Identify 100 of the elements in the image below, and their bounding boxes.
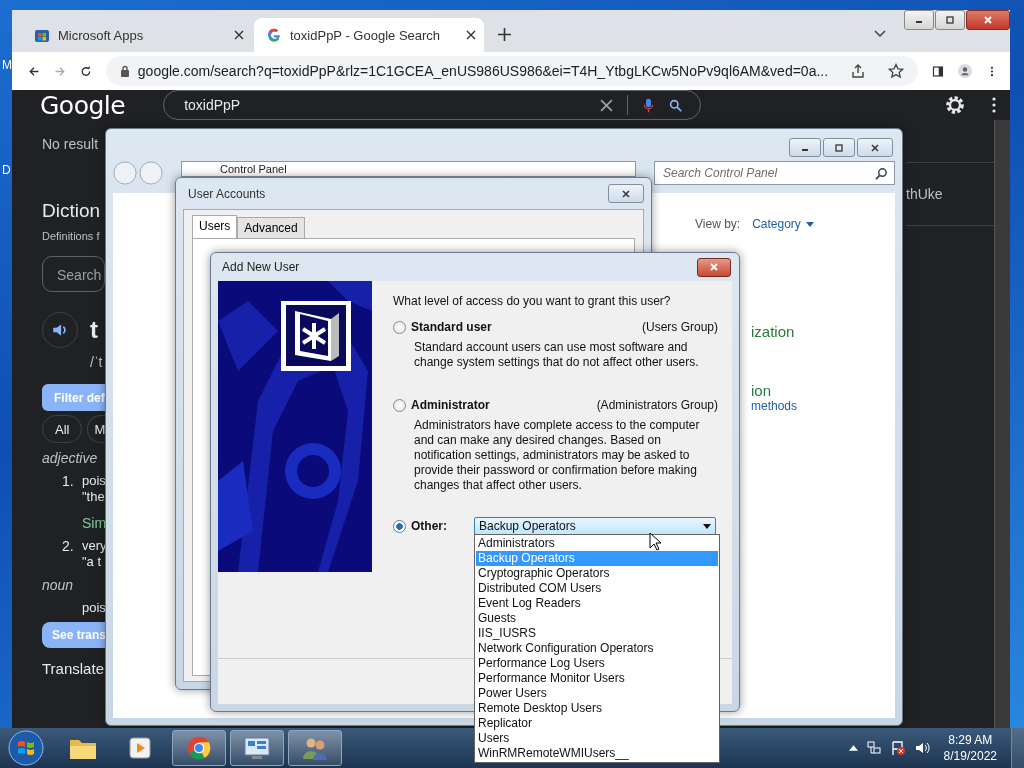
minimize-button[interactable] <box>789 138 821 157</box>
scrollbar[interactable] <box>994 120 1010 728</box>
close-icon <box>621 189 631 198</box>
category-heading[interactable]: ization <box>751 323 795 340</box>
close-button[interactable] <box>697 257 731 277</box>
minimize-button[interactable] <box>904 10 934 30</box>
close-icon[interactable] <box>234 30 244 40</box>
definition-text: very <box>82 538 107 554</box>
caret-icon <box>805 221 814 227</box>
maximize-button[interactable] <box>823 138 855 157</box>
definition-text: pois <box>82 473 106 489</box>
part-of-speech: noun <box>42 577 74 593</box>
close-icon[interactable] <box>466 30 476 40</box>
lock-icon <box>119 65 130 77</box>
part-of-speech: adjective <box>42 450 98 466</box>
group-name: (Users Group) <box>642 320 718 334</box>
category-heading[interactable]: ion <box>751 382 772 399</box>
radio-button[interactable] <box>393 320 406 334</box>
dropdown-option[interactable]: WinRMRemoteWMIUsers__ <box>476 746 718 761</box>
dialog-tab[interactable]: Users <box>192 215 238 238</box>
question-text: What level of access do you want to grant this user? <box>393 294 672 308</box>
definition-text: "a t <box>82 554 103 570</box>
start-button[interactable] <box>8 730 44 766</box>
volume-icon[interactable] <box>913 740 930 756</box>
close-icon <box>983 16 993 24</box>
dropdown-option[interactable]: Guests <box>476 611 718 626</box>
group-name: (Administrators Group) <box>596 398 718 412</box>
view-by-dropdown[interactable]: Category <box>752 217 814 231</box>
desktop-icon-label: M <box>2 58 12 72</box>
group-dropdown[interactable]: Backup Operators <box>474 517 716 535</box>
section-note: Definitions f <box>42 230 100 242</box>
option-description: Standard account users can use most software and change system settings that do not affect other users. <box>414 340 700 370</box>
taskbar-button[interactable] <box>230 730 284 766</box>
dialog-tab[interactable]: Advanced <box>237 217 305 238</box>
asterisk-key-icon <box>281 301 351 371</box>
radio-button[interactable] <box>393 519 406 533</box>
dropdown-option[interactable]: Performance Monitor Users <box>476 671 718 686</box>
address-bar[interactable]: google.com/search?q=toxidPpP&rlz=1C1GCEA_enUS986US986&ei=T4H_YtbgLKCw5NoPv9ql6AM&ved=0a... <box>105 56 919 86</box>
result-tab-text[interactable]: thUke <box>906 186 943 202</box>
close-button[interactable] <box>966 10 1010 30</box>
result-text: No result <box>42 136 99 152</box>
address-bar[interactable]: Control Panel <box>181 161 636 177</box>
maximize-button[interactable] <box>935 10 965 30</box>
taskbar-button[interactable] <box>288 730 342 766</box>
close-button[interactable] <box>857 138 893 157</box>
dropdown-option[interactable]: Network Configuration Operators <box>476 641 718 656</box>
dropdown-option[interactable]: Cryptographic Operators <box>476 566 718 581</box>
dropdown-option[interactable]: Power Users <box>476 686 718 701</box>
close-icon <box>870 143 880 152</box>
maximize-icon <box>945 16 955 24</box>
dropdown-option[interactable]: Event Log Readers <box>476 596 718 611</box>
option-description: Administrators have complete access to the computer and can make any desired changes. Based on notification settings, administrators may be asked to provide their password or confirmation before making changes that affect other users. <box>414 418 701 493</box>
share-icon[interactable] <box>850 63 867 79</box>
taskbar-button[interactable] <box>172 730 226 766</box>
close-button[interactable] <box>608 184 644 203</box>
pronunciation-text: /ˈt <box>90 354 103 370</box>
clock[interactable]: 8:29 AM 8/19/2022 <box>943 732 997 764</box>
definition-text: "the <box>82 489 106 505</box>
dialog-title: Add New User <box>222 260 300 274</box>
option-label[interactable]: Other: <box>411 519 474 533</box>
search-field[interactable]: Search Control Panel <box>654 161 895 185</box>
browser-tab[interactable]: Microsoft Apps <box>22 18 252 52</box>
caret-icon <box>703 523 711 529</box>
dropdown-option[interactable]: IIS_IUSRS <box>476 626 718 641</box>
section-heading: Diction <box>42 200 101 222</box>
definition-number: 1. <box>62 473 74 491</box>
window-title: User Accounts <box>188 186 266 201</box>
apps-menu-icon[interactable] <box>992 97 996 113</box>
radio-button[interactable] <box>393 398 406 412</box>
maximize-icon <box>834 143 844 152</box>
dropdown-option[interactable]: Distributed COM Users <box>476 581 718 596</box>
search-icon[interactable] <box>669 97 683 113</box>
settings-icon[interactable] <box>944 94 966 116</box>
browser-tab[interactable]: toxidPpP - Google Search <box>254 18 484 52</box>
option-label[interactable]: Administrator <box>411 398 490 412</box>
star-icon[interactable] <box>888 63 905 79</box>
definition-number: 2. <box>62 538 74 556</box>
section-heading: Translate <box>42 660 104 677</box>
close-icon <box>709 263 719 271</box>
dropdown-option[interactable]: Administrators <box>476 536 718 551</box>
google-logo[interactable]: Google <box>40 90 126 120</box>
network-icon[interactable] <box>865 740 882 756</box>
flag-icon[interactable] <box>889 740 906 756</box>
show-hidden-icons-icon[interactable] <box>848 745 858 751</box>
clear-icon[interactable] <box>600 97 614 113</box>
dropdown-option[interactable]: Users <box>476 731 718 746</box>
dropdown-option[interactable]: Replicator <box>476 716 718 731</box>
profile-icon[interactable] <box>958 61 973 81</box>
option-label[interactable]: Standard user <box>411 320 492 334</box>
category-link[interactable]: methods <box>751 399 798 413</box>
store-icon <box>34 27 50 43</box>
control-panel-icon <box>242 735 272 761</box>
microphone-icon[interactable] <box>642 97 656 113</box>
view-by-label: View by: <box>695 217 741 231</box>
dropdown-option[interactable]: Performance Log Users <box>476 656 718 671</box>
chevron-down-icon[interactable] <box>874 30 886 38</box>
new-tab-icon[interactable] <box>498 28 511 41</box>
search-icon <box>875 166 888 180</box>
desktop-icon-label: D <box>2 163 11 177</box>
dropdown-option[interactable]: Remote Desktop Users <box>476 701 718 716</box>
